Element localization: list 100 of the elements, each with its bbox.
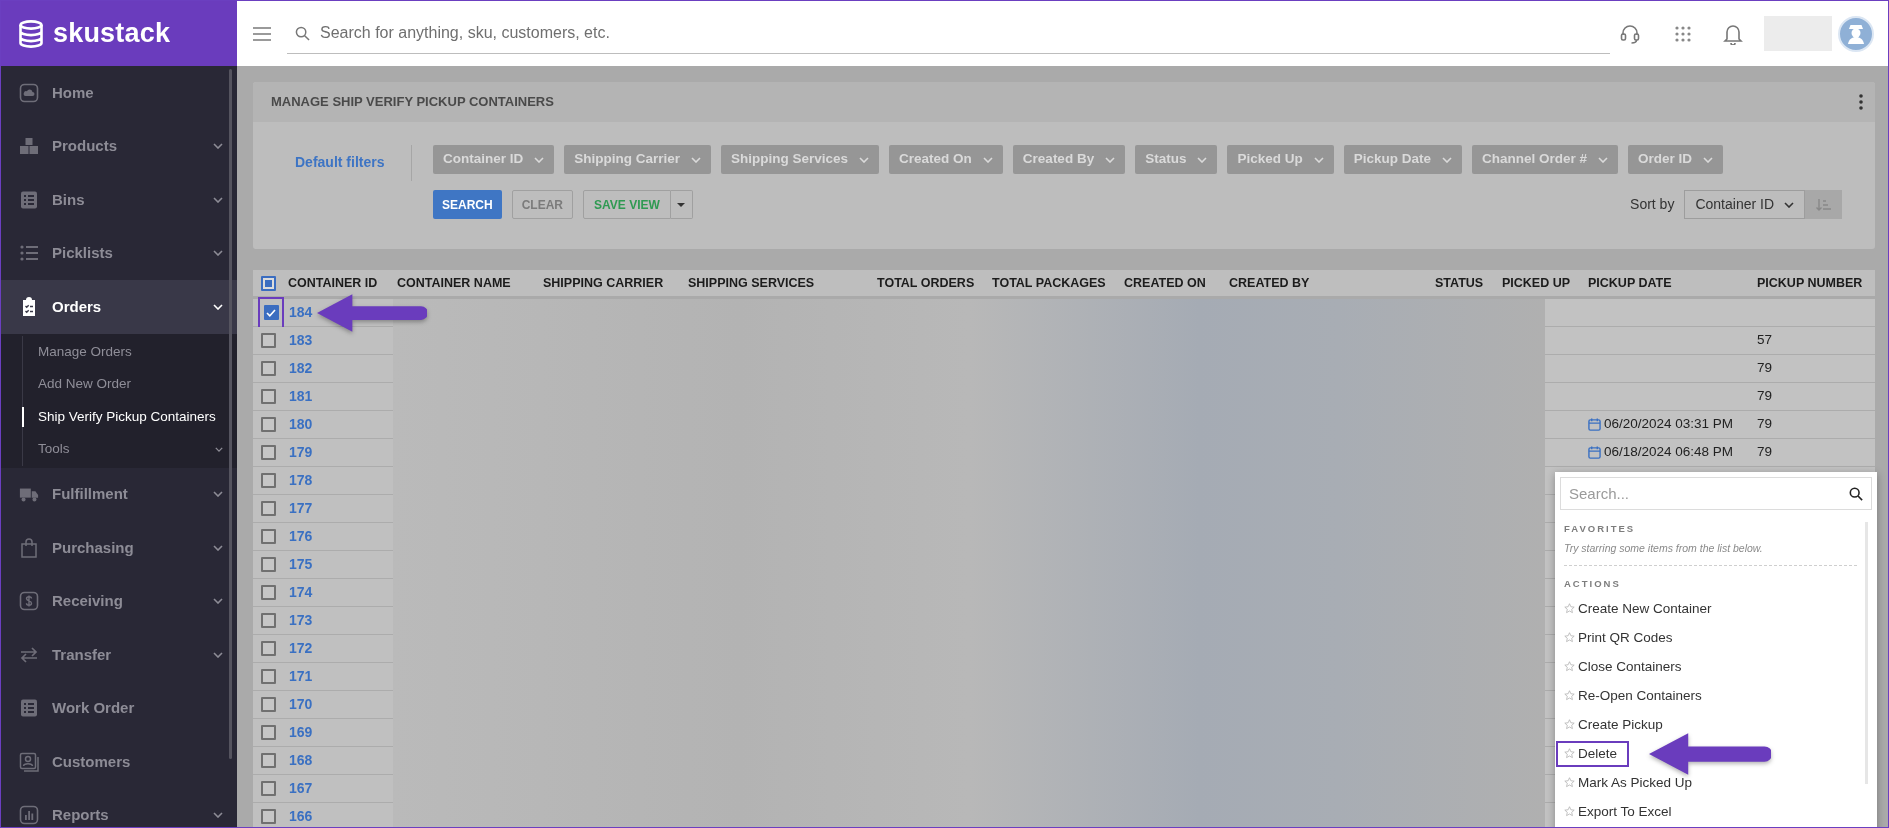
filter-dropdown[interactable]: Picked Up xyxy=(1227,145,1334,174)
filter-dropdown[interactable]: Status xyxy=(1135,145,1218,174)
menu-item[interactable]: Export To Excel xyxy=(1556,798,1684,825)
checkbox[interactable] xyxy=(261,641,276,656)
sidebar-item[interactable]: Bins xyxy=(1,173,237,227)
container-id-link[interactable]: 171 xyxy=(289,666,313,687)
table-row[interactable]: 168 xyxy=(253,747,393,775)
container-id-link[interactable]: 167 xyxy=(289,778,313,799)
sidebar-item[interactable]: Picklists xyxy=(1,226,237,280)
container-id-link[interactable]: 175 xyxy=(289,554,313,575)
filter-dropdown[interactable]: Channel Order # xyxy=(1471,145,1618,174)
table-row[interactable]: 183 xyxy=(253,327,393,355)
scrollbar[interactable] xyxy=(229,69,232,759)
container-id-link[interactable]: 180 xyxy=(289,414,313,435)
table-row[interactable]: 182 xyxy=(253,355,393,383)
checkbox[interactable] xyxy=(261,725,276,740)
filter-dropdown[interactable]: Order ID xyxy=(1628,145,1723,174)
table-row[interactable]: 171 xyxy=(253,663,393,691)
checkbox[interactable] xyxy=(261,473,276,488)
filter-dropdown[interactable]: Shipping Carrier xyxy=(564,145,712,174)
column-header[interactable]: SHIPPING CARRIER xyxy=(543,273,688,293)
checkbox[interactable] xyxy=(261,669,276,684)
container-id-link[interactable]: 181 xyxy=(289,386,313,407)
menu-item[interactable]: Create New Container xyxy=(1556,595,1724,622)
apps-icon[interactable] xyxy=(1674,24,1692,43)
sidebar-item[interactable]: Customers xyxy=(1,735,237,789)
checkbox[interactable] xyxy=(261,445,276,460)
container-id-link[interactable]: 170 xyxy=(289,694,313,715)
column-header[interactable]: CONTAINER NAME xyxy=(397,273,543,293)
column-header[interactable]: CREATED ON xyxy=(1124,273,1229,293)
menu-item[interactable]: Create Pickup xyxy=(1556,711,1675,738)
table-row[interactable]: 178 xyxy=(253,467,393,495)
checkbox[interactable] xyxy=(261,753,276,768)
save-view-button[interactable]: SAVE VIEW xyxy=(583,190,671,219)
sidebar-item[interactable]: Transfer xyxy=(1,628,237,682)
table-row[interactable]: 172 xyxy=(253,635,393,663)
column-header[interactable]: PICKED UP xyxy=(1502,273,1588,293)
table-row[interactable]: 167 xyxy=(253,775,393,803)
table-row[interactable]: 166 xyxy=(253,803,393,827)
container-id-link[interactable]: 168 xyxy=(289,750,313,771)
sidebar-item[interactable]: Reports xyxy=(1,788,237,827)
menu-icon[interactable] xyxy=(253,26,271,41)
menu-item[interactable]: Print QR Codes xyxy=(1556,624,1685,651)
table-row[interactable]: 169 xyxy=(253,719,393,747)
search-button[interactable]: SEARCH xyxy=(433,190,502,219)
checkbox[interactable] xyxy=(261,389,276,404)
table-row[interactable]: 173 xyxy=(253,607,393,635)
checkbox[interactable] xyxy=(261,333,276,348)
checkbox[interactable] xyxy=(261,613,276,628)
filter-dropdown[interactable]: Container ID xyxy=(433,145,555,174)
column-header[interactable]: CONTAINER ID xyxy=(288,273,397,293)
table-row[interactable]: 181 xyxy=(253,383,393,411)
sidebar-item[interactable]: Receiving xyxy=(1,574,237,628)
sidebar-item[interactable]: Purchasing xyxy=(1,521,237,575)
container-id-link[interactable]: 178 xyxy=(289,470,313,491)
checkbox[interactable] xyxy=(263,305,279,320)
column-header[interactable]: SHIPPING SERVICES xyxy=(688,273,877,293)
checkbox[interactable] xyxy=(261,557,276,572)
menu-item[interactable]: Re-Open Containers xyxy=(1556,682,1714,709)
container-id-link[interactable]: 179 xyxy=(289,442,313,463)
column-header[interactable]: CREATED BY xyxy=(1229,273,1435,293)
sidebar-item[interactable]: Products xyxy=(1,119,237,173)
more-options-icon[interactable] xyxy=(1859,94,1863,110)
sort-select[interactable]: Container ID xyxy=(1684,190,1805,219)
container-id-link[interactable]: 166 xyxy=(289,806,313,827)
container-id-link[interactable]: 173 xyxy=(289,610,313,631)
checkbox[interactable] xyxy=(261,585,276,600)
menu-item[interactable]: Delete xyxy=(1556,740,1630,767)
dropdown-toggle[interactable] xyxy=(670,190,693,219)
sidebar-item[interactable]: Fulfillment xyxy=(1,467,237,521)
sidebar-item[interactable]: Home xyxy=(1,66,237,120)
column-header[interactable]: STATUS xyxy=(1435,273,1502,293)
filter-dropdown[interactable]: Shipping Services xyxy=(721,145,880,174)
menu-search-field[interactable]: Search... xyxy=(1560,477,1872,510)
container-id-link[interactable]: 176 xyxy=(289,526,313,547)
container-id-link[interactable]: 174 xyxy=(289,582,313,603)
table-row[interactable]: 176 xyxy=(253,523,393,551)
table-row[interactable]: 174 xyxy=(253,579,393,607)
table-row[interactable]: 170 xyxy=(253,691,393,719)
column-header[interactable]: PICKUP DATE xyxy=(1588,273,1757,293)
checkbox[interactable] xyxy=(261,529,276,544)
table-row[interactable]: 175 xyxy=(253,551,393,579)
default-filters-link[interactable]: Default filters xyxy=(295,154,385,170)
column-header[interactable]: PICKUP NUMBER xyxy=(1757,273,1875,293)
column-header[interactable]: TOTAL ORDERS xyxy=(877,273,992,293)
avatar[interactable] xyxy=(1838,15,1874,52)
container-id-link[interactable]: 172 xyxy=(289,638,313,659)
checkbox[interactable] xyxy=(261,417,276,432)
menu-item[interactable]: Close Containers xyxy=(1556,653,1694,680)
filter-dropdown[interactable]: Pickup Date xyxy=(1343,145,1462,174)
container-id-link[interactable]: 183 xyxy=(289,330,313,351)
table-row[interactable]: 177 xyxy=(253,495,393,523)
clear-button[interactable]: CLEAR xyxy=(511,190,573,219)
container-id-link[interactable]: 177 xyxy=(289,498,313,519)
table-row[interactable]: 179 xyxy=(253,439,393,467)
filter-dropdown[interactable]: Created On xyxy=(889,145,1003,174)
checkbox[interactable] xyxy=(261,501,276,516)
checkbox[interactable] xyxy=(261,809,276,824)
column-header[interactable]: TOTAL PACKAGES xyxy=(992,273,1124,293)
checkbox[interactable] xyxy=(261,781,276,796)
